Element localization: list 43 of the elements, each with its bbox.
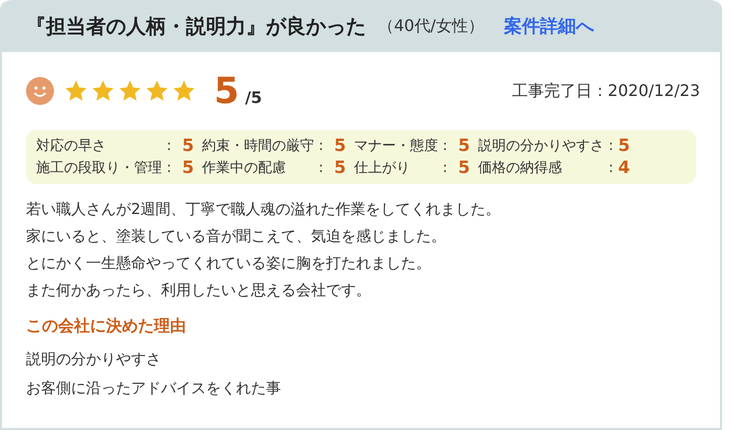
rating-label: 対応の早さ xyxy=(36,137,107,155)
comment-line: とにかく一生懸命やってくれている姿に胸を打たれました。 xyxy=(26,253,431,274)
review-title: 『担当者の人柄・説明力』が良かった xyxy=(26,12,366,40)
rating-separator: : xyxy=(318,160,324,176)
rating-score: 5 xyxy=(181,158,195,178)
rating-score: 5 xyxy=(618,136,631,156)
rating-label: 約束・時間の厳守 xyxy=(202,137,314,155)
rating-separator: : xyxy=(166,160,172,176)
rating-score: 4 xyxy=(618,158,631,178)
star-icon xyxy=(118,79,142,103)
star-icon xyxy=(145,79,169,103)
comment-line: また何かあったら、利用したいと思える会社です。 xyxy=(26,280,371,301)
comment-line: 若い職人さんが2週間、丁寧で職人魂の溢れた作業をしてくれました。 xyxy=(26,199,501,220)
star-icon xyxy=(172,79,196,103)
rating-separator: : xyxy=(442,160,448,176)
star-icon xyxy=(64,79,88,103)
reason-heading: この会社に決めた理由 xyxy=(26,316,187,337)
score-max: /5 xyxy=(245,88,262,106)
rating-label: 価格の納得感 xyxy=(478,159,563,177)
score-value: 5 xyxy=(214,70,240,112)
rating-separator: : xyxy=(608,160,614,176)
rating-label: マナー・態度 xyxy=(354,137,438,155)
rating-label: 仕上がり xyxy=(354,159,411,177)
detail-link[interactable]: 案件詳細へ xyxy=(504,14,594,38)
rating-separator: : xyxy=(318,138,324,154)
reason-line: お客側に沿ったアドバイスをくれた事 xyxy=(26,378,281,399)
respondent-info: （40代/女性） xyxy=(378,16,484,36)
rating-separator: : xyxy=(166,138,172,154)
rating-score: 5 xyxy=(181,136,195,156)
smiley-icon xyxy=(26,77,54,105)
rating-score: 5 xyxy=(457,136,471,156)
rating-label: 施工の段取り・管理 xyxy=(36,159,162,177)
rating-score: 5 xyxy=(333,136,347,156)
rating-separator: : xyxy=(608,138,614,154)
completion-date: 工事完了日：2020/12/23 xyxy=(512,80,700,102)
rating-separator: : xyxy=(442,138,448,154)
rating-label: 作業中の配慮 xyxy=(202,159,287,177)
star-icon xyxy=(91,79,115,103)
comment-line: 家にいると、塗装している音が聞こえて、気迫を感じました。 xyxy=(26,226,446,247)
rating-score: 5 xyxy=(457,158,471,178)
reason-line: 説明の分かりやすさ xyxy=(26,349,161,370)
rating-label: 説明の分かりやすさ xyxy=(478,137,604,155)
rating-score: 5 xyxy=(333,158,347,178)
